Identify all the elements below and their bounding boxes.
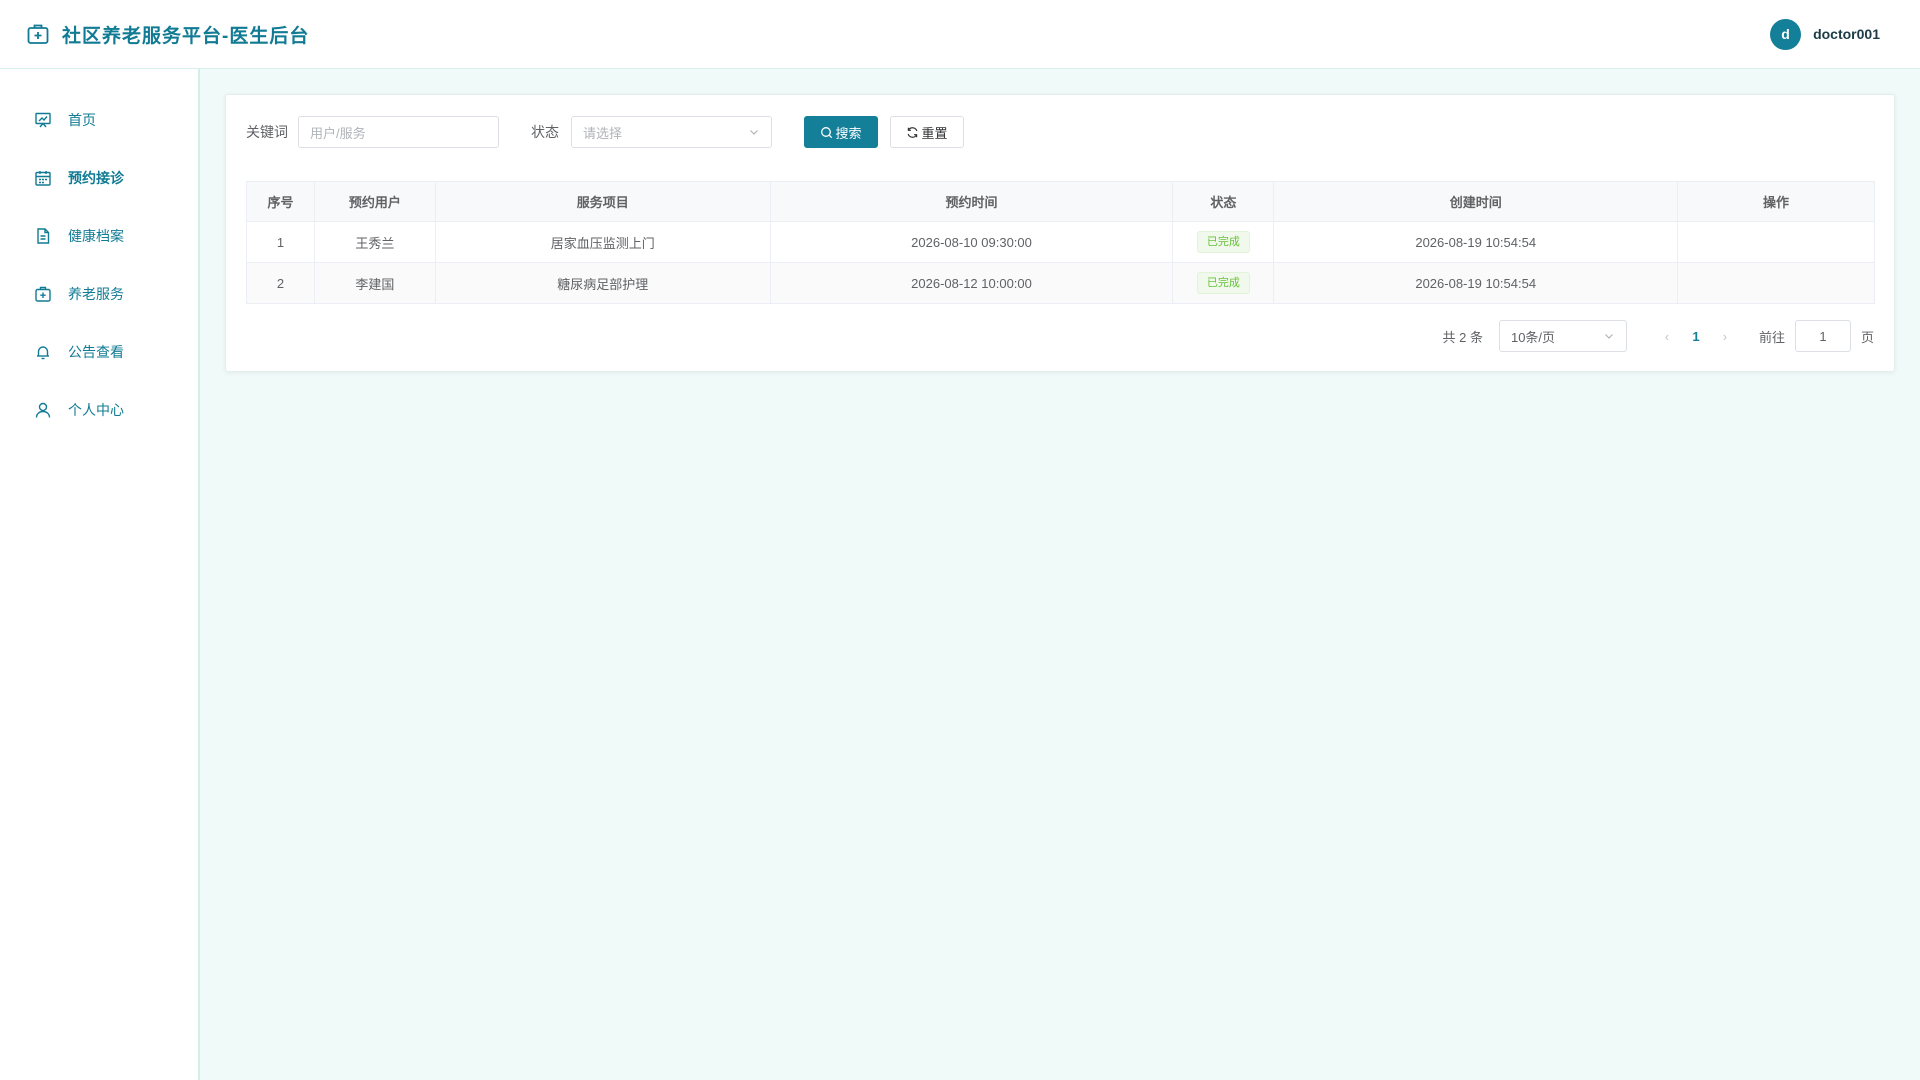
sidebar-item-home[interactable]: 首页 bbox=[0, 91, 198, 149]
chevron-down-icon bbox=[750, 130, 758, 135]
calendar-icon bbox=[35, 171, 51, 186]
chevron-down-icon bbox=[1605, 334, 1613, 339]
cell-user: 王秀兰 bbox=[313, 221, 436, 263]
cell-actions bbox=[1677, 221, 1875, 263]
page-size-value: 10条/页 bbox=[1510, 329, 1556, 345]
document-icon bbox=[37, 228, 50, 244]
filter-bar: 关键词 用户/服务 状态 请选择 搜索 重置 bbox=[246, 116, 964, 148]
chevron-left-icon[interactable]: ‹ bbox=[1653, 329, 1681, 344]
column-header-index[interactable]: 序号 bbox=[246, 181, 315, 222]
username[interactable]: doctor001 bbox=[1813, 26, 1880, 42]
search-button[interactable]: 搜索 bbox=[804, 116, 878, 148]
column-header-actions[interactable]: 操作 bbox=[1677, 181, 1875, 222]
user-icon bbox=[35, 402, 51, 418]
user-menu[interactable]: d doctor001 bbox=[1770, 18, 1880, 50]
table-row[interactable]: 1 王秀兰 居家血压监测上门 2026-08-10 09:30:00 已完成 2… bbox=[246, 221, 1875, 263]
column-header-service[interactable]: 服务项目 bbox=[434, 181, 771, 222]
app-title: 社区养老服务平台-医生后台 bbox=[62, 25, 310, 47]
goto-label: 前往 bbox=[1758, 329, 1785, 345]
status-badge: 已完成 bbox=[1196, 272, 1250, 294]
sidebar: 首页 预约接诊 健康档案 养老服务 公告查看 个人中心 bbox=[0, 69, 200, 1080]
table-header-row: 序号 预约用户 服务项目 预约时间 状态 创建时间 操作 bbox=[246, 181, 1875, 222]
keyword-input[interactable]: 用户/服务 bbox=[298, 116, 499, 148]
status-placeholder: 请选择 bbox=[583, 125, 623, 141]
goto-page-value: 1 bbox=[1819, 328, 1827, 344]
cell-user: 李建国 bbox=[313, 262, 436, 304]
page-size-select[interactable]: 10条/页 bbox=[1498, 320, 1627, 352]
sidebar-item-elderly-services[interactable]: 养老服务 bbox=[0, 265, 198, 323]
cell-index: 1 bbox=[246, 221, 315, 263]
cell-created-time: 2026-08-19 10:54:54 bbox=[1273, 262, 1679, 304]
keyword-label: 关键词 bbox=[246, 124, 288, 140]
keyword-placeholder: 用户/服务 bbox=[310, 125, 366, 141]
column-header-user[interactable]: 预约用户 bbox=[313, 181, 436, 222]
medical-kit-icon bbox=[35, 286, 51, 302]
avatar[interactable]: d bbox=[1770, 18, 1802, 50]
cell-created-time: 2026-08-19 10:54:54 bbox=[1273, 221, 1679, 263]
cell-index: 2 bbox=[246, 262, 315, 304]
column-header-created-time[interactable]: 创建时间 bbox=[1273, 181, 1679, 222]
status-label: 状态 bbox=[531, 124, 559, 140]
status-select[interactable]: 请选择 bbox=[571, 116, 772, 148]
column-header-appointment-time[interactable]: 预约时间 bbox=[769, 181, 1174, 222]
top-header: 社区养老服务平台-医生后台 d doctor001 bbox=[0, 0, 1920, 69]
brand: 社区养老服务平台-医生后台 bbox=[26, 21, 309, 48]
status-badge: 已完成 bbox=[1196, 231, 1250, 253]
total-count: 共 2 条 bbox=[1442, 329, 1483, 345]
page-suffix: 页 bbox=[1860, 329, 1874, 345]
sidebar-item-profile[interactable]: 个人中心 bbox=[0, 381, 198, 439]
cell-service: 糖尿病足部护理 bbox=[434, 262, 771, 304]
cell-service: 居家血压监测上门 bbox=[434, 221, 771, 263]
sidebar-item-health-records[interactable]: 健康档案 bbox=[0, 207, 198, 265]
pagination: 共 2 条 10条/页 ‹ 1 › 前往 1 页 bbox=[1442, 320, 1874, 352]
appointments-card: 关键词 用户/服务 状态 请选择 搜索 重置 序号 预约用户 服务项目 预约时间… bbox=[225, 94, 1895, 372]
search-icon bbox=[821, 126, 833, 138]
reset-button[interactable]: 重置 bbox=[890, 116, 964, 148]
medical-kit-icon bbox=[26, 22, 50, 46]
appointments-table: 序号 预约用户 服务项目 预约时间 状态 创建时间 操作 1 王秀兰 居家血压监… bbox=[246, 181, 1875, 304]
column-header-status[interactable]: 状态 bbox=[1172, 181, 1275, 222]
cell-appointment-time: 2026-08-10 09:30:00 bbox=[769, 221, 1174, 263]
sidebar-item-announcements[interactable]: 公告查看 bbox=[0, 323, 198, 381]
sidebar-item-appointments[interactable]: 预约接诊 bbox=[0, 149, 198, 207]
table-row[interactable]: 2 李建国 糖尿病足部护理 2026-08-12 10:00:00 已完成 20… bbox=[246, 262, 1875, 304]
bell-icon bbox=[37, 346, 49, 360]
page-number-current[interactable]: 1 bbox=[1681, 329, 1711, 344]
cell-appointment-time: 2026-08-12 10:00:00 bbox=[769, 262, 1174, 304]
cell-status: 已完成 bbox=[1172, 262, 1275, 304]
refresh-icon bbox=[908, 126, 918, 138]
goto-page-input[interactable]: 1 bbox=[1794, 320, 1851, 352]
chevron-right-icon[interactable]: › bbox=[1711, 329, 1739, 344]
cell-status: 已完成 bbox=[1172, 221, 1275, 263]
cell-actions bbox=[1677, 262, 1875, 304]
chart-board-icon bbox=[35, 112, 51, 128]
